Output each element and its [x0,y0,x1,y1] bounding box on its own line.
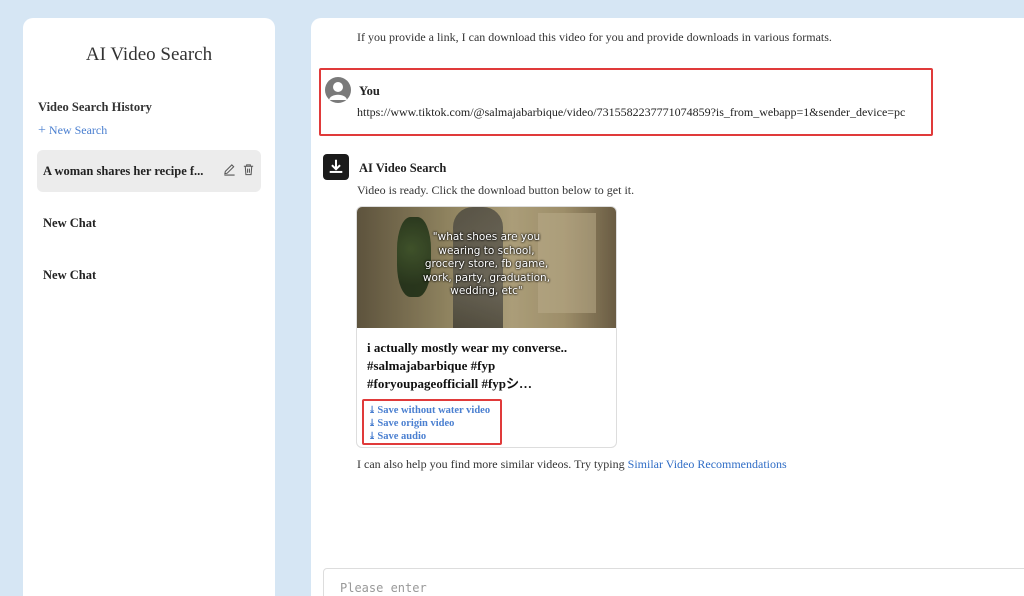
similar-videos-hint: I can also help you find more similar vi… [357,457,787,471]
user-name: You [359,84,380,98]
save-origin-video-link[interactable]: ⤓Save origin video [368,417,500,430]
video-thumbnail[interactable]: "what shoes are you wearing to school, g… [357,207,616,328]
plus-icon: + [38,123,46,138]
app-title: AI Video Search [85,44,213,65]
video-title: i actually mostly wear my converse.. #sa… [367,340,568,391]
trash-icon[interactable] [242,163,255,180]
history-item[interactable]: New Chat [37,202,261,244]
history-item-label: New Chat [43,267,97,282]
similar-video-recommendations-link[interactable]: Similar Video Recommendations [628,457,787,471]
download-icon: ⤓ [368,405,377,416]
sidebar: AI Video Search Video Search History + Ne… [23,18,275,596]
save-audio-link[interactable]: ⤓Save audio [368,430,500,443]
video-card: "what shoes are you wearing to school, g… [356,206,617,448]
bot-ready-text: Video is ready. Click the download butto… [357,183,635,197]
download-icon: ⤓ [368,418,377,429]
history-item-label: A woman shares her recipe f... [43,163,204,178]
user-avatar-icon [325,77,351,103]
save-without-watermark-link[interactable]: ⤓Save without water video [368,404,500,417]
history-item[interactable]: A woman shares her recipe f... [37,150,261,192]
history-label: Video Search History [38,100,152,114]
history-item-label: New Chat [43,215,97,230]
chat-input[interactable] [323,568,1024,596]
bot-name: AI Video Search [359,161,447,175]
new-search-button[interactable]: + New Search [38,123,107,139]
user-message-text: https://www.tiktok.com/@salmajabarbique/… [357,105,906,119]
history-item[interactable]: New Chat [37,254,261,296]
edit-icon[interactable] [223,163,236,180]
download-icon: ⤓ [368,431,377,442]
download-options: ⤓Save without water video ⤓Save origin v… [362,399,502,445]
new-search-label: New Search [48,123,108,137]
user-message: You https://www.tiktok.com/@salmajabarbi… [319,68,933,136]
video-caption: "what shoes are you wearing to school, g… [422,231,551,297]
bot-previous-message: If you provide a link, I can download th… [357,30,832,44]
chat-panel: If you provide a link, I can download th… [311,18,1024,596]
download-logo-icon [323,154,349,180]
